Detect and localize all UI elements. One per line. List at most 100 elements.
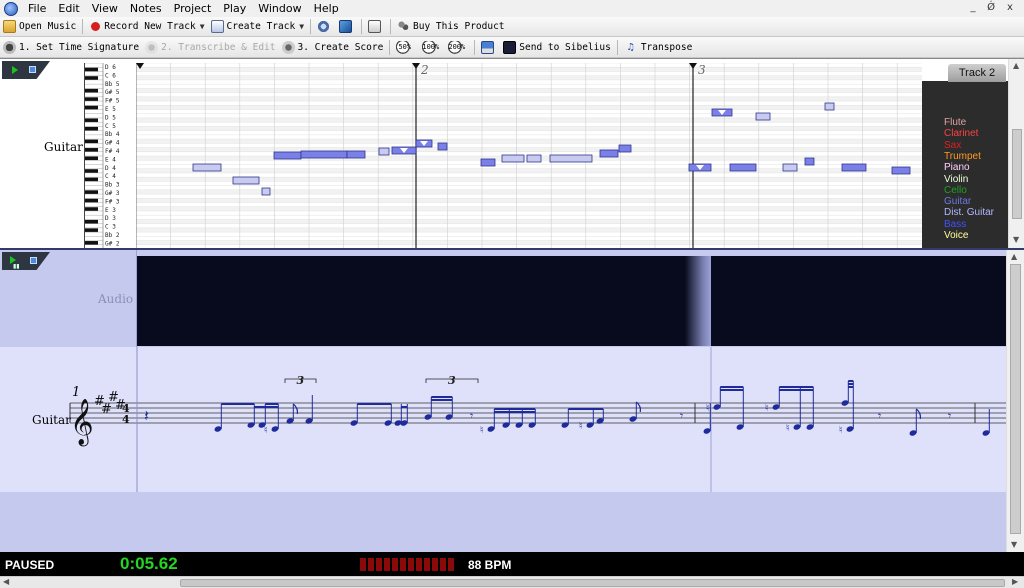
scroll-left-icon[interactable]: ◀ — [3, 577, 9, 586]
scroll-thumb[interactable] — [1012, 129, 1022, 219]
piano-roll-note[interactable] — [618, 144, 632, 153]
piano-roll-note[interactable] — [526, 154, 542, 163]
piano-roll-note[interactable] — [755, 112, 771, 121]
close-button[interactable]: x — [1003, 2, 1017, 15]
piano-roll-scrollbar[interactable]: ▲ ▼ — [1008, 59, 1024, 249]
record-new-track-button[interactable]: Record New Track ▼ — [86, 18, 207, 36]
black-key[interactable] — [85, 139, 98, 144]
black-key[interactable] — [85, 76, 98, 80]
black-key[interactable] — [85, 177, 98, 182]
piano-roll-note[interactable] — [549, 154, 593, 163]
empty-track-lane[interactable] — [0, 492, 1006, 552]
set-time-signature-button[interactable]: 1. Set Time Signature — [0, 38, 142, 56]
scroll-up-icon[interactable]: ▲ — [1013, 61, 1019, 70]
black-key[interactable] — [85, 169, 98, 173]
zoom-100-button[interactable]: 100% — [419, 38, 445, 56]
instrument-option[interactable]: Sax — [944, 140, 961, 151]
scroll-thumb[interactable] — [180, 579, 1005, 587]
scroll-down-icon[interactable]: ▼ — [1013, 235, 1019, 244]
piano-roll-note[interactable] — [192, 163, 222, 172]
instrument-option[interactable]: Guitar — [944, 196, 971, 207]
piano-roll-note[interactable] — [346, 150, 366, 159]
create-score-button[interactable]: 3. Create Score — [279, 38, 387, 56]
scroll-right-icon[interactable]: ▶ — [1012, 577, 1018, 586]
black-key[interactable] — [85, 156, 98, 161]
black-key[interactable] — [85, 219, 98, 224]
horizontal-scrollbar[interactable]: ◀ ▶ — [0, 576, 1024, 588]
piano-roll-note[interactable] — [599, 149, 619, 158]
piano-roll-note[interactable] — [501, 154, 525, 163]
black-key[interactable] — [85, 126, 98, 131]
audio-waveform-lane[interactable] — [137, 256, 1006, 346]
instrument-option[interactable]: Flute — [944, 117, 966, 128]
black-key[interactable] — [85, 148, 98, 152]
create-track-button[interactable]: Create Track ▼ — [208, 18, 307, 36]
instrument-option[interactable]: Dist. Guitar — [944, 207, 994, 218]
menu-edit[interactable]: Edit — [52, 2, 85, 15]
chevron-down-icon[interactable]: ▼ — [200, 22, 205, 31]
piano-roll-note[interactable] — [824, 102, 835, 111]
menu-window[interactable]: Window — [252, 2, 307, 15]
transpose-button[interactable]: ♫ Transpose — [621, 38, 695, 56]
piano-keyboard[interactable]: D 6C 6Bb 5G# 5F# 5E 5D 5C 5Bb 4G# 4F# 4E… — [84, 63, 136, 249]
score-scrollbar[interactable]: ▲ ▼ — [1006, 250, 1024, 552]
black-key[interactable] — [85, 88, 98, 93]
zoom-200-button[interactable]: 200% — [445, 38, 471, 56]
piano-roll-note[interactable] — [729, 163, 757, 172]
help-book-button[interactable] — [336, 18, 358, 36]
black-key[interactable] — [85, 190, 98, 195]
stop-icon[interactable] — [30, 257, 37, 264]
piano-roll-note[interactable] — [480, 158, 496, 167]
piano-roll-note[interactable] — [232, 176, 260, 185]
play-icon[interactable] — [12, 66, 18, 74]
menu-project[interactable]: Project — [168, 2, 218, 15]
instrument-option[interactable]: Violin — [944, 174, 968, 185]
chevron-down-icon[interactable]: ▼ — [299, 22, 304, 31]
transcribe-edit-button[interactable]: 2. Transcribe & Edit — [142, 38, 278, 56]
home-button[interactable] — [365, 18, 387, 36]
piano-roll-note[interactable] — [841, 163, 867, 172]
black-key[interactable] — [85, 207, 98, 211]
send-to-sibelius-button[interactable]: Send to Sibelius — [500, 38, 614, 56]
instrument-option[interactable]: Voice — [944, 230, 968, 241]
save-button[interactable] — [478, 38, 500, 56]
menu-view[interactable]: View — [86, 2, 124, 15]
black-key[interactable] — [85, 67, 98, 72]
piano-roll-note[interactable] — [437, 142, 448, 151]
piano-roll-grid[interactable]: 23 — [136, 63, 922, 249]
black-key[interactable] — [85, 118, 98, 123]
piano-roll-note[interactable] — [273, 151, 302, 160]
piano-roll-note[interactable] — [782, 163, 798, 172]
instrument-option[interactable]: Piano — [944, 162, 970, 173]
piano-roll-note[interactable] — [804, 157, 815, 166]
menu-play[interactable]: Play — [217, 2, 252, 15]
piano-roll-note[interactable] — [378, 147, 390, 156]
restore-button[interactable]: Ǿ — [984, 2, 998, 15]
black-key[interactable] — [85, 198, 98, 203]
black-key[interactable] — [85, 228, 98, 233]
menu-notes[interactable]: Notes — [124, 2, 168, 15]
menu-help[interactable]: Help — [308, 2, 345, 15]
piano-roll-note[interactable] — [891, 166, 911, 175]
instrument-option[interactable]: Cello — [944, 185, 967, 196]
track-tab[interactable]: Track 2 — [948, 64, 1006, 82]
settings-button[interactable] — [314, 18, 336, 36]
music-staff[interactable]: 𝄞 ####44 𝄽♮3𝄾3♮ ♮𝄾♮ ♮♮ ♮𝄾 𝄾 — [0, 347, 1006, 492]
scroll-thumb[interactable] — [1010, 264, 1021, 534]
instrument-option[interactable]: Trumpet — [944, 151, 981, 162]
open-music-button[interactable]: Open Music — [0, 18, 79, 36]
piano-roll-note[interactable] — [261, 187, 271, 196]
black-key[interactable] — [85, 97, 98, 102]
instrument-option[interactable]: Clarinet — [944, 128, 978, 139]
instrument-option[interactable]: Bass — [944, 219, 966, 230]
black-key[interactable] — [85, 241, 98, 245]
piano-roll-note[interactable] — [300, 150, 348, 159]
minimize-button[interactable]: _ — [966, 2, 980, 15]
zoom-50-button[interactable]: 50% — [393, 38, 419, 56]
stop-icon[interactable] — [29, 66, 36, 73]
buy-product-button[interactable]: Buy This Product — [394, 18, 508, 36]
menu-file[interactable]: File — [22, 2, 52, 15]
black-key[interactable] — [85, 105, 98, 110]
scroll-down-icon[interactable]: ▼ — [1011, 540, 1017, 549]
scroll-up-icon[interactable]: ▲ — [1011, 252, 1017, 261]
